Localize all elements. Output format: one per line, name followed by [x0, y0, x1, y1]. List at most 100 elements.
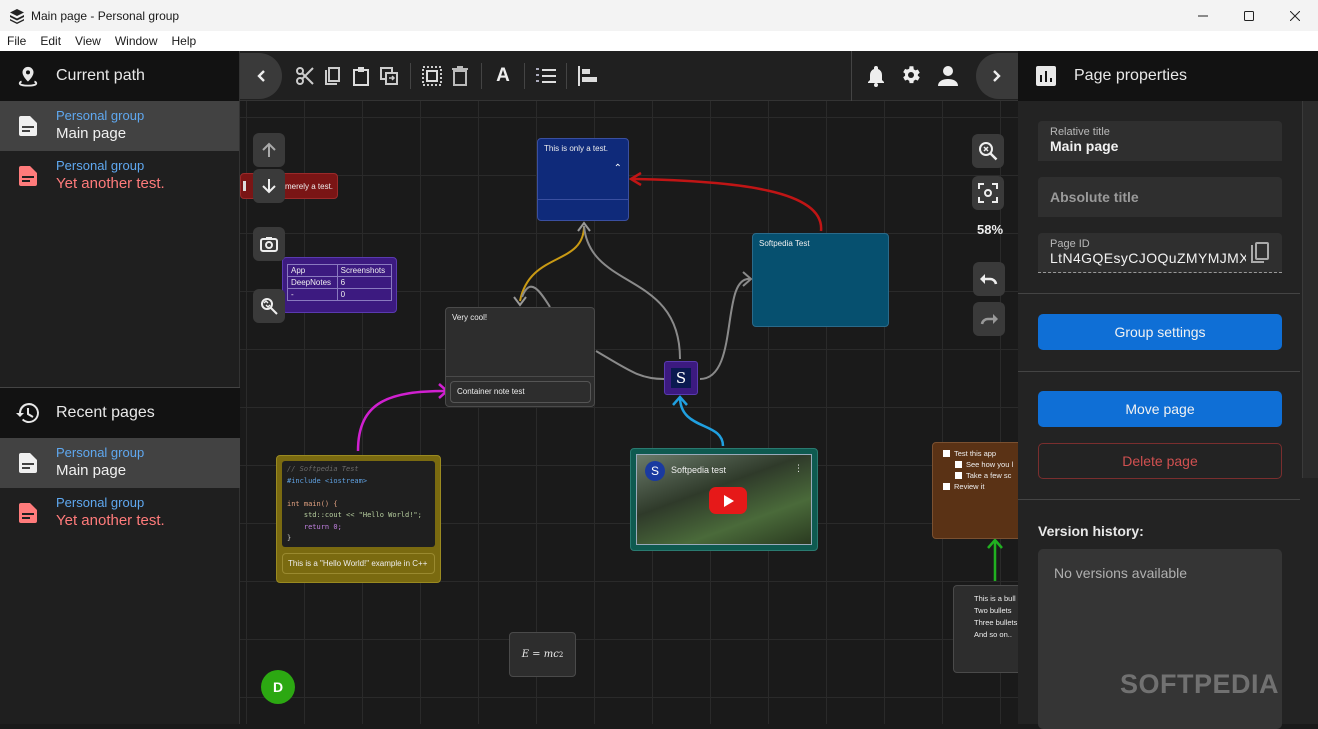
item-title: Yet another test. — [56, 175, 165, 192]
code-block: // Softpedia Test #include <iostream> int… — [282, 461, 435, 547]
checklist-item[interactable]: Review it — [943, 481, 1018, 492]
checklist-item[interactable]: Take a few sc — [943, 470, 1018, 481]
arrow-yellow[interactable] — [519, 225, 585, 302]
zoom-fit-button[interactable] — [972, 134, 1004, 168]
screenshot-button[interactable] — [253, 227, 285, 261]
item-group: Personal group — [56, 108, 145, 123]
collaborator-avatar[interactable]: D — [261, 670, 295, 704]
field-label: Relative title — [1050, 126, 1110, 138]
collapse-left-sidebar-button[interactable] — [240, 53, 282, 99]
recent-item-yet-another-test[interactable]: Personal group Yet another test. — [0, 488, 240, 538]
page-id-field[interactable]: Page ID LtN4GQEsyCJOQuZMYMJMX — [1038, 233, 1282, 273]
toolbar-divider — [524, 63, 525, 89]
container-child-note[interactable]: Container note test — [450, 381, 591, 403]
redo-button[interactable] — [973, 302, 1005, 336]
absolute-title-field[interactable]: Absolute title — [1038, 177, 1282, 217]
notifications-button[interactable] — [864, 64, 888, 88]
note-checklist[interactable]: Test this app See how you l Take a few sc R… — [932, 442, 1018, 539]
note-text: merely a test. — [285, 182, 334, 191]
group-settings-button[interactable]: Group settings — [1038, 314, 1282, 350]
note-code[interactable]: // Softpedia Test #include <iostream> int… — [276, 455, 441, 583]
toolbar-divider — [481, 63, 482, 89]
menu-help[interactable]: Help — [172, 34, 197, 48]
move-page-button[interactable]: Move page — [1038, 391, 1282, 427]
align-button[interactable] — [576, 64, 600, 88]
current-path-header: Current path — [0, 51, 239, 101]
copy-button[interactable] — [321, 64, 345, 88]
select-all-button[interactable] — [420, 64, 444, 88]
arrows-layer — [356, 171, 1003, 581]
arrow-grey-right[interactable] — [699, 277, 751, 380]
arrow-grey-mid[interactable] — [595, 350, 665, 380]
page-canvas[interactable]: merely a test. This is only a test. ⌃ So… — [240, 101, 1018, 724]
checkbox[interactable] — [955, 472, 962, 479]
checkbox[interactable] — [943, 450, 950, 457]
bullet-list: This is a bull listTwo bulletsThree bull… — [966, 593, 1018, 641]
collapse-icon[interactable]: ⌃ — [614, 163, 622, 174]
note-very-cool-container[interactable]: Very cool! Container note test — [445, 307, 595, 407]
camera-icon — [260, 237, 278, 252]
note-bullets[interactable]: This is a bull listTwo bulletsThree bull… — [953, 585, 1018, 673]
checklist: Test this app See how you l Take a few sc R… — [943, 448, 1018, 492]
numbered-list-icon — [536, 68, 556, 83]
menu-view[interactable]: View — [75, 34, 101, 48]
maximize-button[interactable] — [1226, 0, 1272, 31]
undo-button[interactable] — [973, 262, 1005, 296]
code-line: #include <iostream> — [287, 476, 368, 485]
note-video[interactable]: S Softpedia test ⋮ — [630, 448, 818, 551]
arrow-red[interactable] — [632, 177, 823, 232]
item-group: Personal group — [56, 495, 145, 510]
text-format-button[interactable]: A — [491, 64, 515, 88]
note-formula[interactable]: E = mc 2 — [509, 632, 576, 677]
arrow-grey-top[interactable] — [583, 225, 681, 360]
duplicate-button[interactable] — [377, 64, 401, 88]
center-view-button[interactable] — [972, 176, 1004, 210]
redo-icon — [980, 314, 998, 325]
menu-window[interactable]: Window — [115, 34, 158, 48]
menu-file[interactable]: File — [7, 34, 26, 48]
link-node[interactable]: S — [664, 361, 698, 395]
copy-id-button[interactable] — [1250, 242, 1270, 269]
panel-divider — [1018, 293, 1300, 294]
current-path-item-yet-another-test[interactable]: Personal group Yet another test. — [0, 151, 239, 201]
table-header: App — [287, 264, 338, 277]
note-softpedia-test[interactable]: Softpedia Test — [752, 233, 889, 327]
cut-button[interactable] — [293, 64, 317, 88]
note-table[interactable]: App Screenshots DeepNotes 6 - 0 — [282, 257, 397, 313]
table-header-row: App Screenshots — [287, 264, 393, 277]
numbered-list-button[interactable] — [534, 64, 558, 88]
delete-page-button[interactable]: Delete page — [1038, 443, 1282, 479]
arrow-magenta[interactable] — [356, 389, 447, 452]
video-embed[interactable]: S Softpedia test ⋮ — [636, 454, 812, 545]
bullet-item: Three bullets — [974, 617, 1018, 629]
recent-item-main-page[interactable]: Personal group Main page — [0, 438, 240, 488]
checklist-item[interactable]: See how you l — [943, 459, 1018, 470]
relative-title-field[interactable]: Relative title Main page — [1038, 121, 1282, 161]
collapse-right-sidebar-button[interactable] — [976, 53, 1018, 99]
formula-text: E = mc — [521, 649, 559, 660]
settings-button[interactable] — [900, 64, 924, 88]
panel-scrollbar[interactable] — [1302, 101, 1318, 478]
move-down-button[interactable] — [253, 169, 285, 203]
checkbox[interactable] — [955, 461, 962, 468]
minimize-button[interactable] — [1180, 0, 1226, 31]
note-text: This is a "Hello World!" example in C++ — [288, 559, 428, 568]
arrow-grey-loop[interactable] — [521, 285, 551, 308]
checklist-item[interactable]: Test this app — [943, 448, 1018, 459]
current-path-item-main-page[interactable]: Personal group Main page — [0, 101, 239, 151]
youtube-play-button[interactable] — [709, 487, 747, 514]
text-format-icon: A — [496, 65, 510, 86]
note-text: Container note test — [457, 387, 525, 396]
note-only-a-test[interactable]: This is only a test. ⌃ — [537, 138, 629, 221]
more-options-icon[interactable]: ⋮ — [794, 463, 803, 474]
account-button[interactable] — [936, 64, 960, 88]
find-replace-button[interactable] — [253, 289, 285, 323]
code-caption[interactable]: This is a "Hello World!" example in C++ — [282, 553, 435, 574]
close-button[interactable] — [1272, 0, 1318, 31]
paste-button[interactable] — [349, 64, 373, 88]
delete-button[interactable] — [448, 64, 472, 88]
menu-edit[interactable]: Edit — [40, 34, 61, 48]
checkbox[interactable] — [943, 483, 950, 490]
bullet-item: Two bullets — [974, 605, 1018, 617]
move-up-button[interactable] — [253, 133, 285, 167]
